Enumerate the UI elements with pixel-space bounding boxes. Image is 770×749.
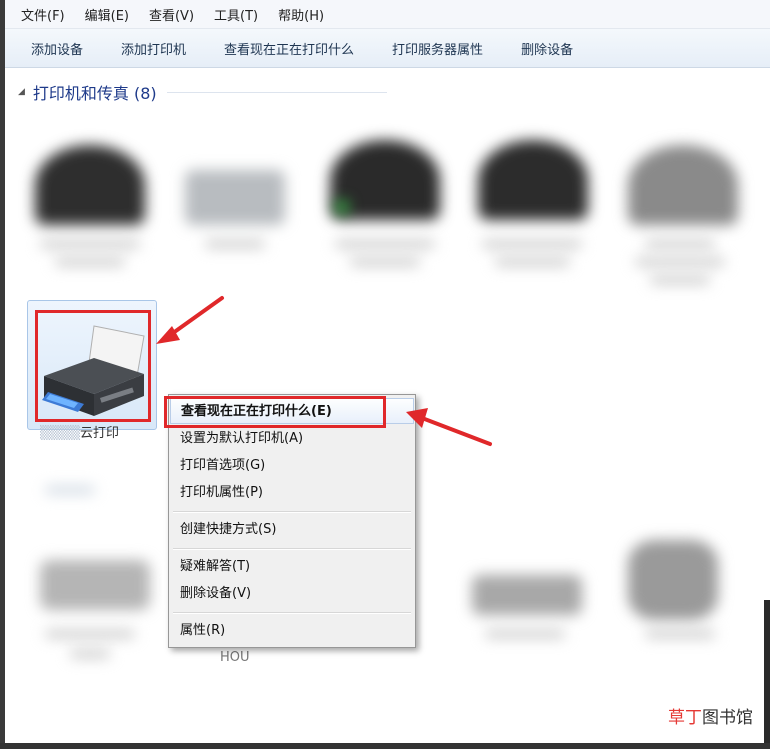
device-label-blurred <box>482 240 582 248</box>
add-printer-button[interactable]: 添加打印机 <box>121 39 186 58</box>
annotation-arrow-icon <box>406 408 492 446</box>
menu-tools[interactable]: 工具(T) <box>214 5 258 24</box>
menu-item-preferences[interactable]: 打印首选项(G) <box>170 453 414 479</box>
group-header-printers[interactable]: ◢ 打印机和传真 (8) <box>18 80 387 104</box>
remove-device-button[interactable]: 删除设备 <box>521 39 573 58</box>
menu-help[interactable]: 帮助(H) <box>278 5 324 24</box>
device-label-blurred <box>45 486 95 494</box>
menu-bar: 文件(F) 编辑(E) 查看(V) 工具(T) 帮助(H) <box>5 0 770 29</box>
device-label-blurred <box>645 240 715 248</box>
printer-icon[interactable] <box>185 170 285 225</box>
device-label-blurred <box>205 240 265 248</box>
menu-item-remove-device[interactable]: 删除设备(V) <box>170 581 414 607</box>
window-edge <box>0 0 5 749</box>
menu-item-properties[interactable]: 属性(R) <box>170 618 414 644</box>
printer-icon[interactable] <box>478 140 588 220</box>
device-label-blurred <box>70 650 110 658</box>
device-icon[interactable] <box>472 575 582 615</box>
group-title: 打印机和传真 (8) <box>32 84 157 103</box>
collapse-triangle-icon[interactable]: ◢ <box>18 87 25 97</box>
window-edge <box>764 600 770 749</box>
menu-separator <box>173 548 411 550</box>
print-server-properties-button[interactable]: 打印服务器属性 <box>392 39 483 58</box>
device-icon[interactable] <box>40 560 150 610</box>
window-edge <box>0 743 770 749</box>
annotation-highlight-box <box>164 396 386 428</box>
default-check-icon <box>335 200 349 214</box>
menu-item-create-shortcut[interactable]: 创建快捷方式(S) <box>170 517 414 543</box>
device-label-blurred <box>40 240 140 248</box>
device-label-blurred <box>635 258 725 266</box>
menu-item-troubleshoot[interactable]: 疑难解答(T) <box>170 554 414 580</box>
device-label-blurred <box>495 258 570 266</box>
printer-icon[interactable] <box>628 145 738 225</box>
annotation-highlight-box <box>35 310 151 422</box>
device-icon[interactable] <box>628 540 718 620</box>
devices-and-printers-window: 文件(F) 编辑(E) 查看(V) 工具(T) 帮助(H) 添加设备 添加打印机… <box>0 0 770 749</box>
menu-separator <box>173 511 411 513</box>
menu-file[interactable]: 文件(F) <box>21 5 65 24</box>
menu-item-set-default[interactable]: 设置为默认打印机(A) <box>170 426 414 452</box>
watermark: 草丁图书馆 <box>668 708 753 728</box>
see-printing-button[interactable]: 查看现在正在打印什么 <box>224 39 354 58</box>
device-label-blurred <box>335 240 435 248</box>
menu-separator <box>173 612 411 614</box>
menu-view[interactable]: 查看(V) <box>149 5 194 24</box>
printer-icon[interactable] <box>35 145 145 225</box>
add-device-button[interactable]: 添加设备 <box>31 39 83 58</box>
menu-item-printer-properties[interactable]: 打印机属性(P) <box>170 480 414 506</box>
device-label-blurred <box>45 630 135 638</box>
device-label-blurred <box>350 258 420 266</box>
annotation-arrow-icon <box>156 296 224 344</box>
device-label: HOU <box>220 650 250 665</box>
device-label-blurred <box>55 258 125 266</box>
menu-edit[interactable]: 编辑(E) <box>85 5 129 24</box>
command-toolbar: 添加设备 添加打印机 查看现在正在打印什么 打印服务器属性 删除设备 <box>5 29 770 68</box>
device-label-blurred <box>645 630 715 638</box>
selected-printer-label: ▒▒▒▒云打印 <box>40 426 120 441</box>
device-label-blurred <box>485 630 565 638</box>
device-label-blurred <box>650 276 710 284</box>
context-menu: 查看现在正在打印什么(E) 设置为默认打印机(A) 打印首选项(G) 打印机属性… <box>168 394 416 648</box>
group-divider <box>166 91 387 93</box>
